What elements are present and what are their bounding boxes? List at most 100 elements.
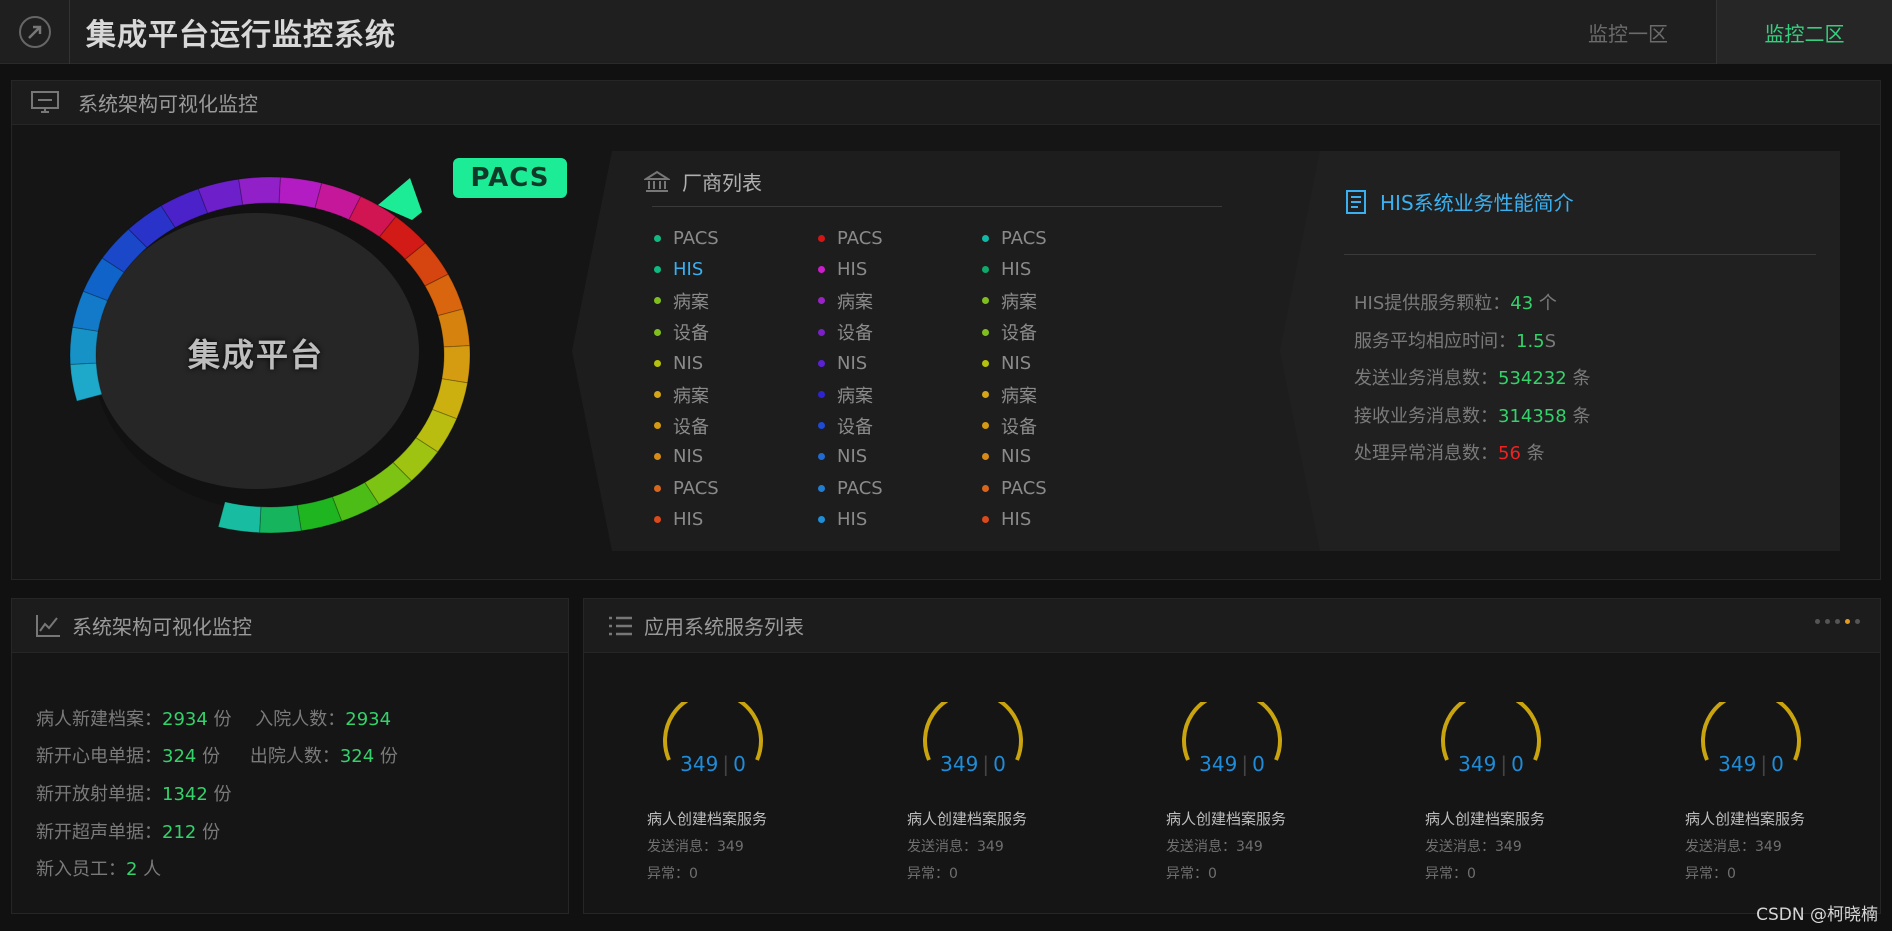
stat-row-4: 新开超声单据：212 份 [36,822,221,843]
vendor-item[interactable]: PACS [818,223,883,254]
vendor-dot [654,328,661,336]
service-name: 病人创建档案服务 [1685,810,1806,828]
vendor-item[interactable]: 病案 [654,379,719,410]
service-sent: 发送消息：349 [647,839,744,855]
stat-row-1: 病人新建档案：2934 份 入院人数：2934 [36,709,392,730]
vendor-dot [654,515,661,523]
vendor-dot [818,266,825,274]
vendor-dot [982,422,989,430]
vendor-column-2: PACS HIS 病案 设备 NIS 病案 设备 NIS PACS HIS [818,223,883,535]
vendor-item[interactable]: NIS [982,441,1047,472]
vendor-item[interactable]: PACS [982,473,1047,504]
vendor-item[interactable]: 病案 [654,285,719,316]
his-performance: HIS系统业务性能简介 HIS提供服务颗粒：43 个 服务平均相应时间：1.5S… [1280,151,1840,551]
vendor-item[interactable]: NIS [654,441,719,472]
vendor-item[interactable]: HIS [982,254,1047,285]
pager-dot[interactable] [1845,619,1850,624]
vendor-item[interactable]: HIS [982,504,1047,535]
vendor-item[interactable]: 设备 [654,317,719,348]
service-sent: 发送消息：349 [907,839,1004,855]
vendor-dot [982,297,989,305]
vendor-dot [818,422,825,430]
vendor-label: PACS [1001,228,1047,250]
vendor-item[interactable]: 设备 [982,317,1047,348]
vendor-item[interactable]: PACS [654,223,719,254]
service-gauge [1701,702,1801,761]
service-card[interactable]: 349 | 0 病人创建档案服务 发送消息：349 异常：0 [907,702,1107,892]
vendor-dot [982,453,989,461]
service-card[interactable]: 349 | 0 病人创建档案服务 发送消息：349 异常：0 [1166,702,1366,892]
vendor-dot [982,235,989,243]
vendor-item[interactable]: NIS [818,348,883,379]
vendor-label: PACS [837,477,883,499]
vendor-dot [818,515,825,523]
vendor-item[interactable]: 设备 [818,410,883,441]
perf-row-avg-response: 服务平均相应时间：1.5S [1354,331,1557,352]
vendor-item[interactable]: 设备 [982,410,1047,441]
pager-dot[interactable] [1835,619,1840,624]
pager-dot[interactable] [1855,619,1860,624]
watermark: CSDN @柯晓楠 [1756,905,1878,925]
vendor-dot [654,484,661,492]
vendor-dot [982,266,989,274]
stat-row-3: 新开放射单据：1342 份 [36,784,232,805]
vendor-dot [818,297,825,305]
perf-row-received-messages: 接收业务消息数：314358 条 [1354,406,1591,427]
vendor-label: 设备 [673,416,709,438]
vendor-item[interactable]: PACS [982,223,1047,254]
vendor-item[interactable]: 病案 [818,285,883,316]
patient-stats-header: 系统架构可视化监控 [12,599,568,653]
vendor-dot [654,235,661,243]
service-errors: 异常：0 [907,866,958,882]
vendor-item[interactable]: 病案 [982,285,1047,316]
vendor-list-title-text: 厂商列表 [682,171,762,195]
vendor-dot [818,484,825,492]
vendor-list-title: 厂商列表 [644,167,762,196]
perf-row-sent-messages: 发送业务消息数：534232 条 [1354,368,1591,389]
vendor-item[interactable]: PACS [818,473,883,504]
list-icon [609,616,632,635]
vendor-label: NIS [837,446,868,468]
logo[interactable] [0,0,70,64]
vendor-dot [818,235,825,243]
tab-monitor-zone-2[interactable]: 监控二区 [1716,0,1892,64]
pager-dot[interactable] [1825,619,1830,624]
vendor-item[interactable]: 病案 [982,379,1047,410]
vendor-item[interactable]: NIS [654,348,719,379]
vendor-label: NIS [837,352,868,374]
perf-row-service-granules: HIS提供服务颗粒：43 个 [1354,293,1557,314]
vendor-item[interactable]: PACS [654,473,719,504]
service-card[interactable]: 349 | 0 病人创建档案服务 发送消息：349 异常：0 [1685,702,1885,892]
vendor-label: 病案 [673,291,709,313]
service-errors: 异常：0 [1166,866,1217,882]
monitor-icon [31,90,59,113]
service-name: 病人创建档案服务 [907,810,1028,828]
vendor-item[interactable]: HIS [654,504,719,535]
pager-dots[interactable] [1815,619,1860,624]
vendor-label: HIS [673,508,704,530]
architecture-panel-header: 系统架构可视化监控 [12,81,1880,125]
vendor-label: HIS [1001,259,1032,281]
tab-monitor-zone-1[interactable]: 监控一区 [1540,0,1716,64]
pacs-badge[interactable]: PACS [453,158,567,198]
service-errors: 异常：0 [1685,866,1736,882]
vendor-item[interactable]: HIS [818,504,883,535]
vendor-column-1: PACS HIS 病案 设备 NIS 病案 设备 NIS PACS HIS [654,223,719,535]
vendor-item[interactable]: HIS [818,254,883,285]
his-performance-title: HIS系统业务性能简介 [1344,187,1574,216]
service-errors: 异常：0 [1425,866,1476,882]
service-gauge-value: 349 | 0 [1718,752,1784,776]
service-card[interactable]: 349 | 0 病人创建档案服务 发送消息：349 异常：0 [647,702,847,892]
vendor-label: 病案 [673,385,709,407]
services-header: 应用系统服务列表 [584,599,1880,653]
vendor-item[interactable]: NIS [818,441,883,472]
vendor-item[interactable]: HIS [654,254,719,285]
service-card[interactable]: 349 | 0 病人创建档案服务 发送消息：349 异常：0 [1425,702,1625,892]
vendor-item[interactable]: 病案 [818,379,883,410]
top-bar: 集成平台运行监控系统 监控一区 监控二区 [0,0,1892,64]
vendor-item[interactable]: 设备 [818,317,883,348]
pager-dot[interactable] [1815,619,1820,624]
ring-segment [259,504,302,534]
vendor-item[interactable]: 设备 [654,410,719,441]
vendor-item[interactable]: NIS [982,348,1047,379]
